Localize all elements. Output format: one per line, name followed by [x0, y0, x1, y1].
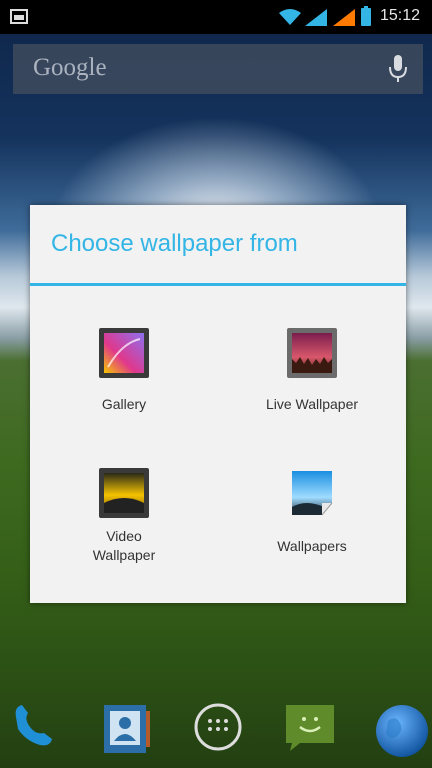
- signal-icon: [305, 9, 327, 26]
- search-brand-label: Google: [33, 54, 107, 81]
- option-label: Gallery: [101, 396, 147, 412]
- option-wallpapers[interactable]: Wallpapers: [218, 467, 406, 556]
- option-gallery[interactable]: Gallery: [30, 327, 218, 414]
- phone-icon[interactable]: [6, 697, 66, 757]
- dialog-divider: [30, 283, 406, 286]
- option-label: Live Wallpaper: [265, 396, 359, 412]
- option-live-wallpaper[interactable]: Live Wallpaper: [218, 327, 406, 414]
- browser-icon[interactable]: [370, 697, 430, 757]
- status-bar[interactable]: 15:12: [0, 0, 432, 34]
- video-wallpaper-icon: [98, 467, 150, 519]
- live-wallpaper-icon: [286, 327, 338, 379]
- option-label: Video Wallpaper: [92, 528, 156, 563]
- gallery-icon: [98, 327, 150, 379]
- home-dock: [0, 685, 432, 768]
- battery-icon: [361, 6, 371, 26]
- wifi-icon: [279, 9, 301, 25]
- option-label: Wallpapers: [277, 538, 347, 554]
- google-search-bar[interactable]: Google: [13, 44, 423, 94]
- wallpapers-icon: [286, 467, 338, 519]
- notification-image-icon: [10, 9, 28, 24]
- app-drawer-icon[interactable]: [188, 697, 248, 757]
- choose-wallpaper-dialog: Choose wallpaper from Gallery Live Wallp…: [30, 205, 406, 603]
- contacts-icon[interactable]: [96, 697, 156, 757]
- status-clock: 15:12: [380, 7, 421, 24]
- dialog-title: Choose wallpaper from: [51, 230, 298, 257]
- messaging-icon[interactable]: [280, 697, 340, 757]
- option-video-wallpaper[interactable]: Video Wallpaper: [30, 467, 218, 565]
- signal-icon: [333, 9, 355, 26]
- mic-icon[interactable]: [389, 55, 407, 83]
